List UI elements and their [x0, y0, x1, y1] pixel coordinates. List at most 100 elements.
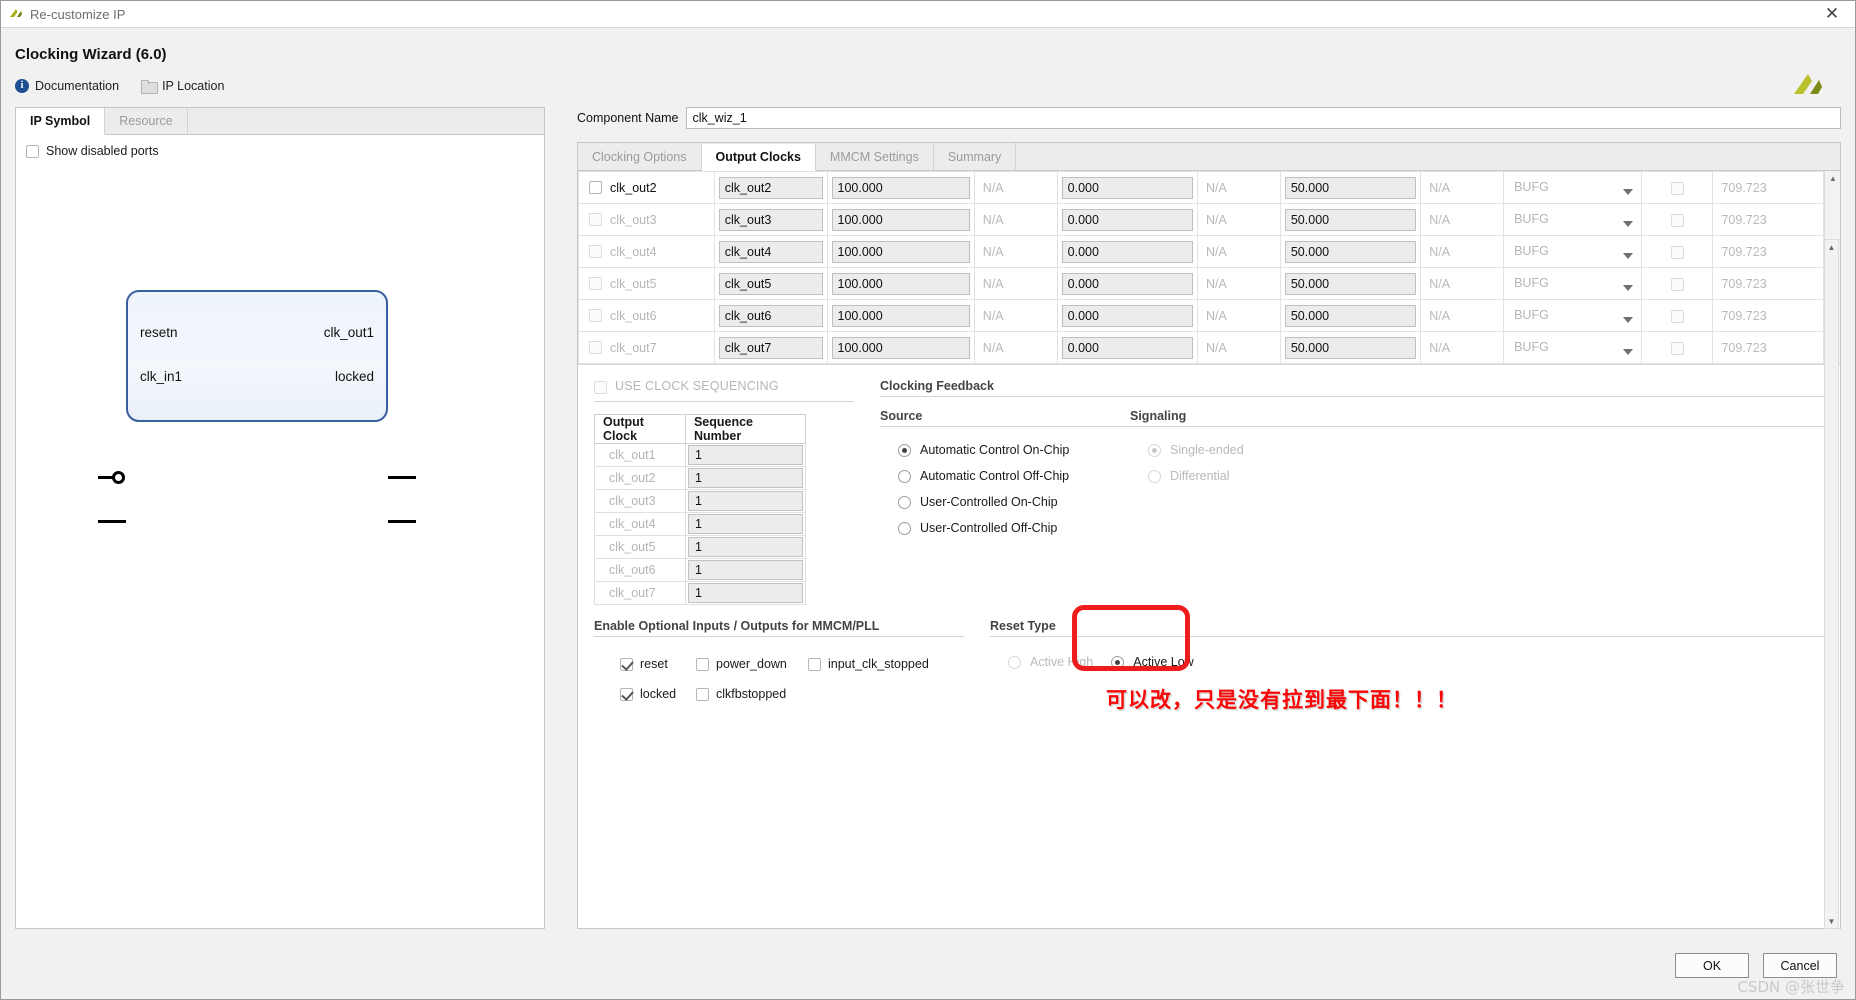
tab-resource[interactable]: Resource [105, 107, 188, 134]
chevron-down-icon[interactable] [1623, 317, 1634, 323]
tab-mmcm-settings[interactable]: MMCM Settings [816, 143, 934, 170]
chevron-down-icon[interactable] [1623, 189, 1634, 195]
cell-use-fine-ps[interactable] [1641, 299, 1714, 332]
clocking-source-radio[interactable] [898, 443, 911, 457]
cell-drives[interactable]: BUFG [1503, 299, 1643, 332]
cell-port-name[interactable]: clk_out4 [713, 235, 828, 268]
optional-io-checkbox[interactable] [696, 657, 709, 671]
sequence-number-input[interactable]: 1 [687, 560, 803, 580]
cell-phase-requested[interactable]: 0.000 [1056, 299, 1199, 332]
cell-output-freq-requested[interactable]: 100.000 [826, 299, 975, 332]
cell-port-name[interactable]: clk_out6 [713, 299, 828, 332]
sequence-number-cell[interactable]: 1 [684, 466, 807, 490]
use-clock-sequencing-checkbox[interactable] [594, 381, 607, 394]
use-fine-ps-checkbox[interactable] [1670, 181, 1684, 195]
cell-duty-requested[interactable]: 50.000 [1279, 299, 1422, 332]
documentation-link[interactable]: i Documentation [15, 79, 119, 93]
ip-location-link[interactable]: IP Location [141, 79, 224, 94]
cell-output-freq-requested[interactable]: 100.000 [826, 235, 975, 268]
cell-phase-requested[interactable]: 0.000 [1056, 331, 1199, 364]
clocking-source-radio[interactable] [898, 469, 911, 483]
sequence-number-cell[interactable]: 1 [684, 489, 807, 513]
output-freq-requested-input[interactable]: 100.000 [831, 336, 970, 359]
sequence-number-input[interactable]: 1 [687, 514, 803, 534]
cell-port-name[interactable]: clk_out3 [713, 203, 828, 236]
use-fine-ps-checkbox[interactable] [1670, 213, 1684, 227]
chevron-down-icon[interactable] [1623, 253, 1634, 259]
clock-enable-checkbox[interactable] [589, 277, 602, 290]
cell-clock-enable[interactable]: clk_out7 [578, 331, 715, 364]
optional-io-item[interactable]: power_down [696, 657, 798, 671]
port-name-input[interactable]: clk_out2 [718, 176, 823, 199]
output-freq-requested-input[interactable]: 100.000 [831, 208, 970, 231]
close-icon[interactable]: ✕ [1815, 1, 1849, 27]
optional-io-item[interactable]: clkfbstopped [696, 687, 786, 701]
use-fine-ps-checkbox[interactable] [1670, 309, 1684, 323]
cell-use-fine-ps[interactable] [1641, 235, 1714, 268]
cell-output-freq-requested[interactable]: 100.000 [826, 203, 975, 236]
cell-drives[interactable]: BUFG [1503, 203, 1643, 236]
cancel-button[interactable]: Cancel [1763, 953, 1837, 978]
cell-duty-requested[interactable]: 50.000 [1279, 203, 1422, 236]
use-fine-ps-checkbox[interactable] [1670, 277, 1684, 291]
cell-duty-requested[interactable]: 50.000 [1279, 331, 1422, 364]
sequence-number-cell[interactable]: 1 [684, 512, 807, 536]
tab-clocking-options[interactable]: Clocking Options [578, 143, 702, 170]
clocking-source-option[interactable]: User-Controlled On-Chip [880, 489, 1130, 515]
tab-summary[interactable]: Summary [934, 143, 1017, 170]
duty-requested-input[interactable]: 50.000 [1284, 240, 1417, 263]
optional-io-checkbox[interactable] [620, 657, 633, 671]
cell-duty-requested[interactable]: 50.000 [1279, 235, 1422, 268]
scroll-up-arrow-icon[interactable]: ▲ [1825, 171, 1841, 186]
tab-output-clocks[interactable]: Output Clocks [701, 144, 816, 171]
phase-requested-input[interactable]: 0.000 [1061, 208, 1194, 231]
clocking-source-radio[interactable] [898, 495, 911, 509]
cell-phase-requested[interactable]: 0.000 [1056, 235, 1199, 268]
clock-enable-checkbox[interactable] [589, 181, 602, 194]
cell-phase-requested[interactable]: 0.000 [1056, 171, 1199, 204]
sequence-number-cell[interactable]: 1 [684, 558, 807, 582]
cell-port-name[interactable]: clk_out2 [713, 171, 828, 204]
cell-port-name[interactable]: clk_out7 [713, 331, 828, 364]
sequence-number-input[interactable]: 1 [687, 445, 803, 465]
cell-use-fine-ps[interactable] [1641, 267, 1714, 300]
cell-clock-enable[interactable]: clk_out5 [578, 267, 715, 300]
sequence-number-input[interactable]: 1 [687, 491, 803, 511]
port-name-input[interactable]: clk_out3 [718, 208, 823, 231]
cell-phase-requested[interactable]: 0.000 [1056, 203, 1199, 236]
cell-clock-enable[interactable]: clk_out3 [578, 203, 715, 236]
clocking-source-option[interactable]: User-Controlled Off-Chip [880, 515, 1130, 541]
use-fine-ps-checkbox[interactable] [1670, 341, 1684, 355]
reset-type-option[interactable]: Active Low [1111, 649, 1194, 675]
duty-requested-input[interactable]: 50.000 [1284, 336, 1417, 359]
cell-use-fine-ps[interactable] [1641, 171, 1714, 204]
cell-use-fine-ps[interactable] [1641, 203, 1714, 236]
sequence-number-cell[interactable]: 1 [684, 535, 807, 559]
clock-enable-checkbox[interactable] [589, 213, 602, 226]
port-name-input[interactable]: clk_out5 [718, 272, 823, 295]
cell-clock-enable[interactable]: clk_out6 [578, 299, 715, 332]
clock-enable-checkbox[interactable] [589, 245, 602, 258]
show-disabled-ports-row[interactable]: Show disabled ports [16, 135, 544, 158]
sequence-number-cell[interactable]: 1 [684, 443, 807, 467]
frame-scroll-up-arrow-icon[interactable]: ▲ [1825, 240, 1838, 254]
cell-clock-enable[interactable]: clk_out4 [578, 235, 715, 268]
frame-scroll-down-arrow-icon[interactable]: ▼ [1825, 914, 1838, 928]
phase-requested-input[interactable]: 0.000 [1061, 240, 1194, 263]
cell-phase-requested[interactable]: 0.000 [1056, 267, 1199, 300]
clocking-source-option[interactable]: Automatic Control Off-Chip [880, 463, 1130, 489]
sequence-number-input[interactable]: 1 [687, 583, 803, 603]
reset-type-radio[interactable] [1008, 655, 1021, 669]
chevron-down-icon[interactable] [1623, 349, 1634, 355]
cell-output-freq-requested[interactable]: 100.000 [826, 331, 975, 364]
tab-ip-symbol[interactable]: IP Symbol [16, 108, 106, 135]
phase-requested-input[interactable]: 0.000 [1061, 176, 1194, 199]
optional-io-checkbox[interactable] [696, 687, 709, 701]
show-disabled-ports-checkbox[interactable] [26, 144, 39, 158]
cell-duty-requested[interactable]: 50.000 [1279, 171, 1422, 204]
cell-drives[interactable]: BUFG [1503, 235, 1643, 268]
optional-io-checkbox[interactable] [620, 687, 633, 701]
duty-requested-input[interactable]: 50.000 [1284, 304, 1417, 327]
cell-use-fine-ps[interactable] [1641, 331, 1714, 364]
cell-drives[interactable]: BUFG [1503, 267, 1643, 300]
